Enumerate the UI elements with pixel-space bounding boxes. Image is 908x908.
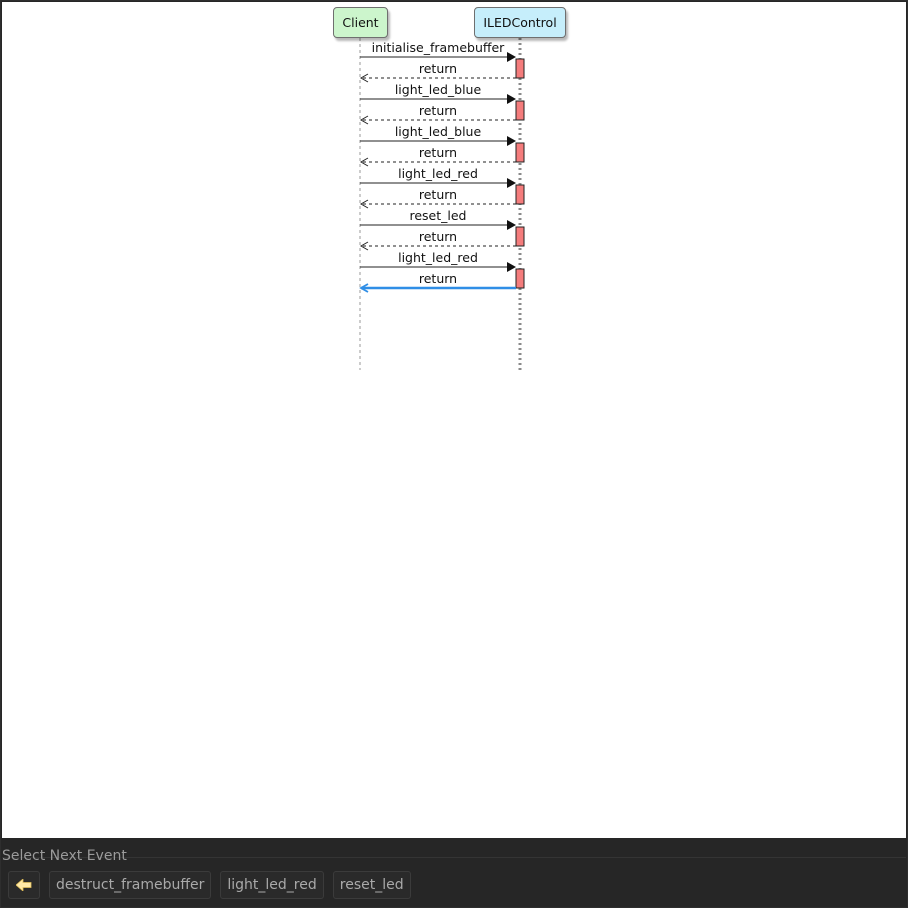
participant-iledcontrol: ILEDControl — [474, 7, 566, 38]
return-label: return — [418, 61, 458, 76]
call-label: light_led_red — [398, 250, 478, 265]
event-button-destruct-framebuffer[interactable]: destruct_framebuffer — [49, 871, 212, 899]
call-label: initialise_framebuffer — [371, 40, 505, 55]
return-label: return — [418, 145, 458, 160]
participant-client: Client — [333, 7, 388, 38]
call-label: reset_led — [409, 208, 467, 223]
event-button-reset-led[interactable]: reset_led — [332, 871, 411, 899]
event-button-light-led-red[interactable]: light_led_red — [220, 871, 324, 899]
activation-bar — [515, 58, 525, 79]
activation-bar — [515, 184, 525, 205]
call-label: light_led_red — [398, 166, 478, 181]
return-label: return — [418, 187, 458, 202]
sequence-viewer-window: Client ILEDControl initialise_framebuffe… — [0, 0, 908, 908]
activation-bar — [515, 226, 525, 247]
panel-divider — [2, 857, 906, 858]
arrow-left-icon — [16, 879, 32, 891]
activation-bar — [515, 142, 525, 163]
activation-bar — [515, 268, 525, 289]
back-button[interactable] — [8, 871, 40, 899]
event-button-row: destruct_framebuffer light_led_red reset_l… — [8, 871, 411, 899]
call-label: light_led_blue — [394, 124, 482, 139]
activation-bar — [515, 100, 525, 121]
return-label: return — [418, 103, 458, 118]
next-event-panel: Select Next Event destruct_framebuffer li… — [2, 839, 906, 907]
call-label: light_led_blue — [394, 82, 482, 97]
sequence-diagram-canvas: Client ILEDControl initialise_framebuffe… — [2, 2, 906, 838]
return-label: return — [418, 229, 458, 244]
return-label: return — [418, 271, 458, 286]
panel-title: Select Next Event — [2, 848, 127, 864]
